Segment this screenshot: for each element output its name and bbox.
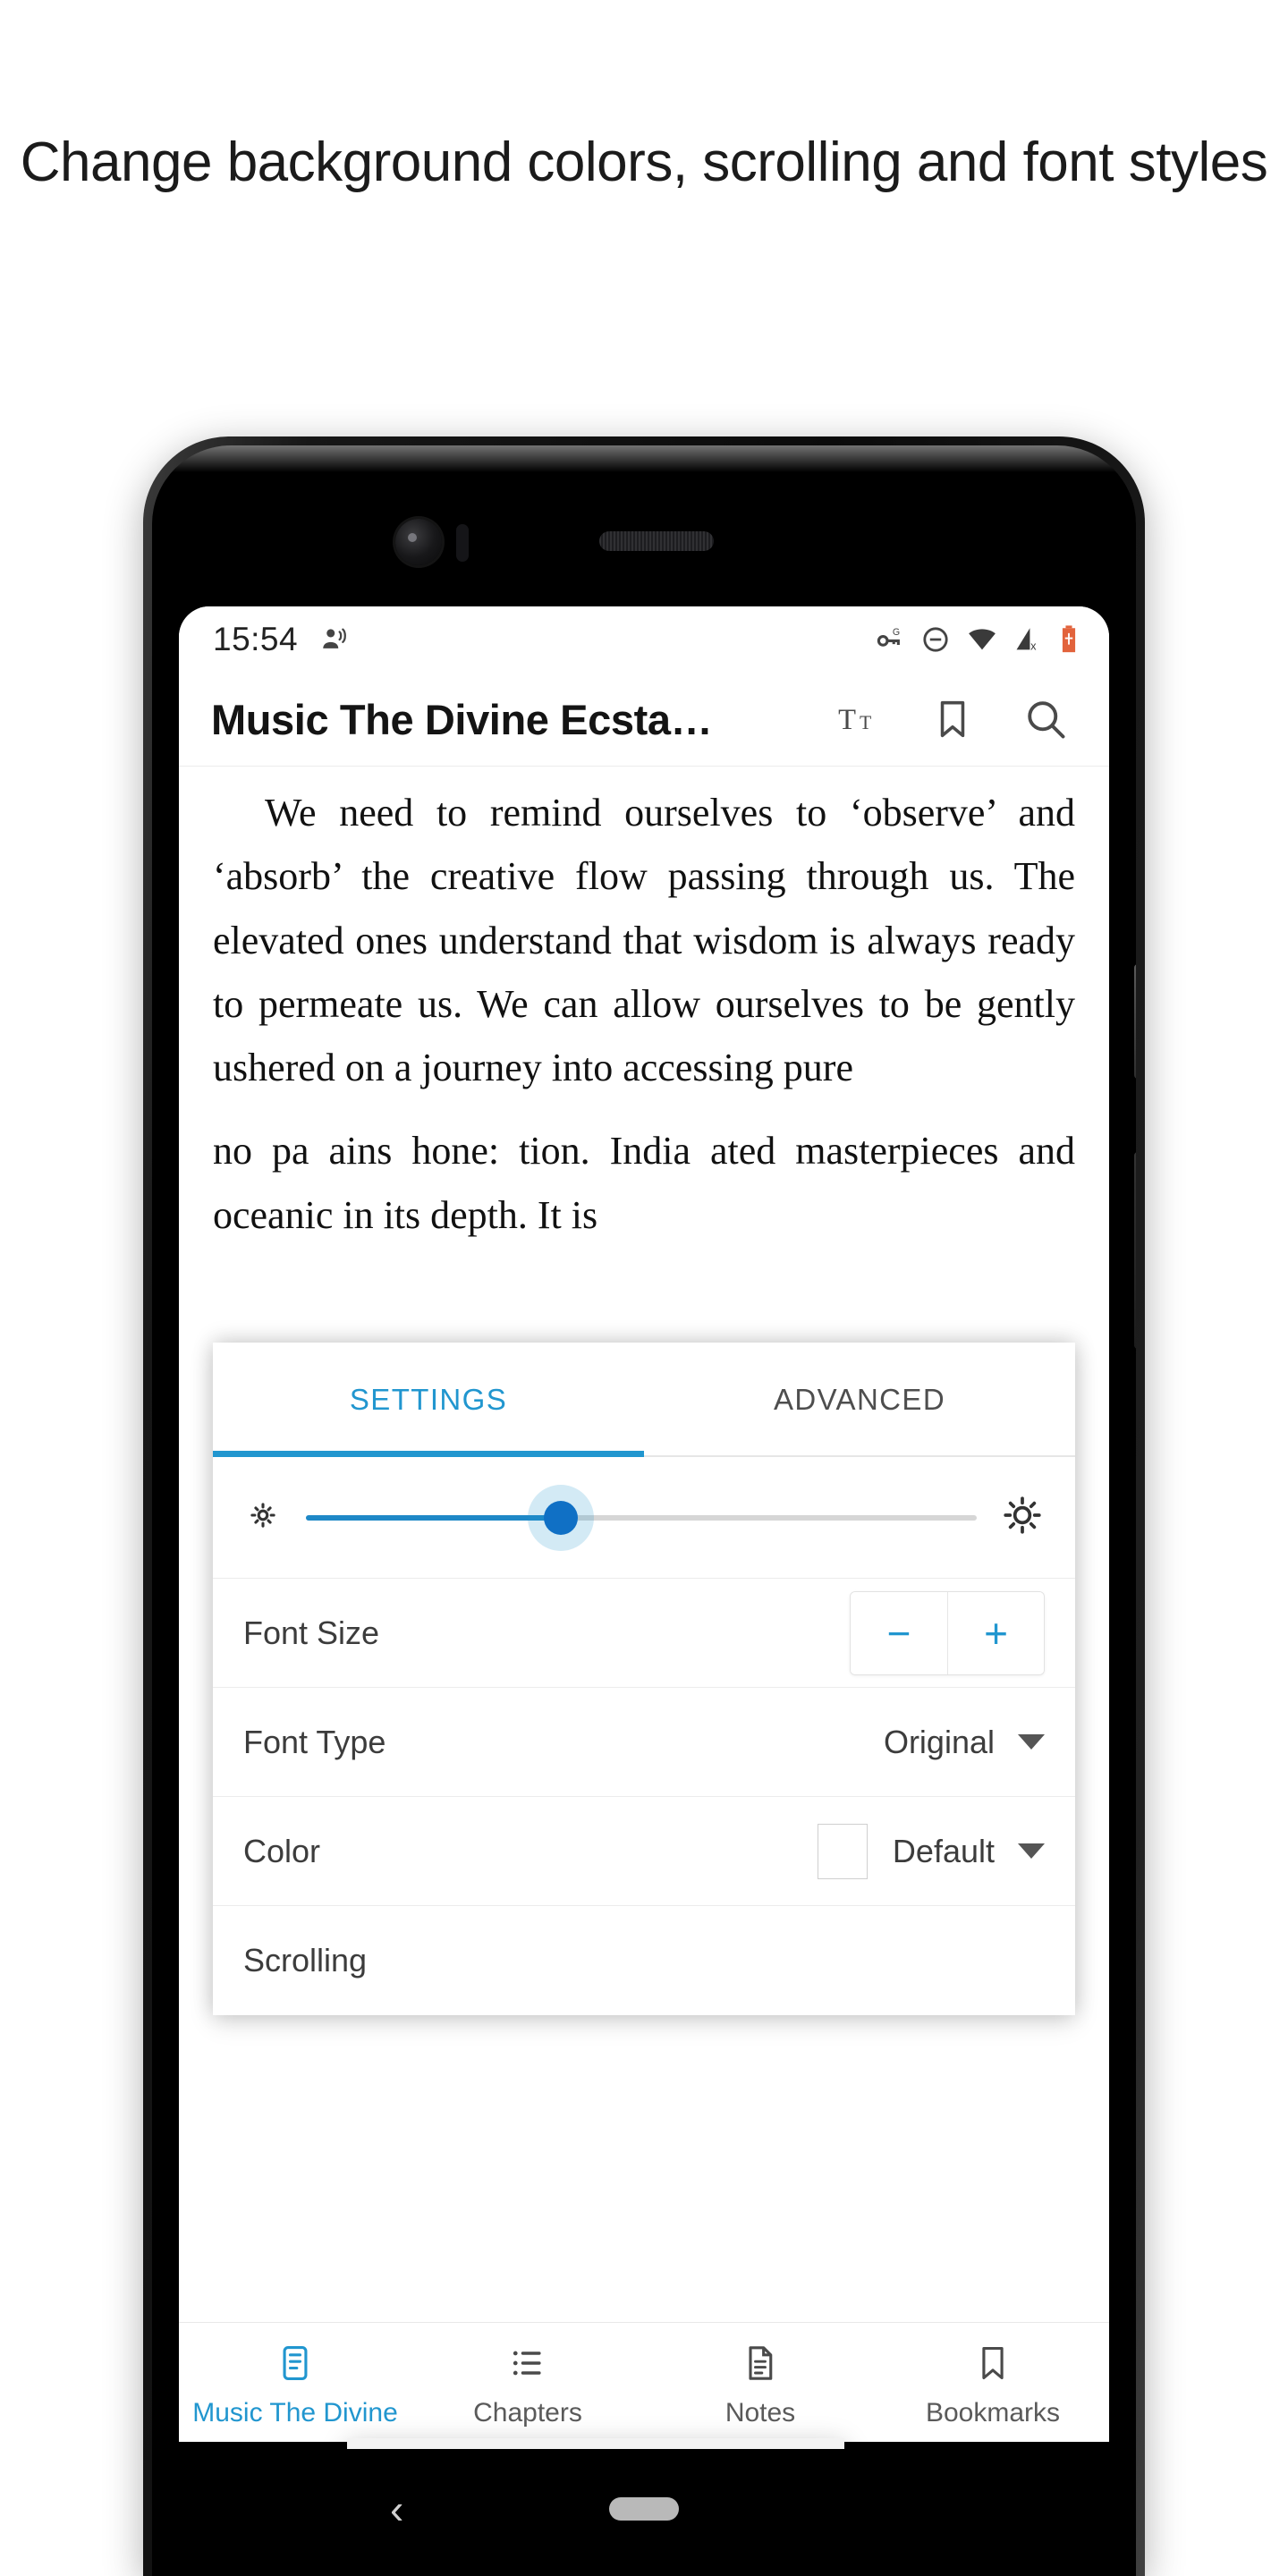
status-bar-clock: 15:54 — [213, 621, 299, 657]
page-title: Change background colors, scrolling and … — [20, 131, 1268, 193]
svg-text:T: T — [838, 704, 856, 736]
font-size-decrease-button[interactable]: − — [851, 1591, 947, 1674]
list-icon — [508, 2343, 547, 2387]
bezel-gloss — [152, 445, 1136, 472]
search-icon[interactable] — [1020, 693, 1072, 745]
brightness-low-icon — [243, 1496, 283, 1539]
font-size-row: Font Size − + — [213, 1579, 1075, 1688]
svg-text:G: G — [893, 627, 900, 638]
nav-label-notes: Notes — [724, 2398, 796, 2428]
chevron-down-icon[interactable] — [1018, 1734, 1045, 1750]
svg-text:T: T — [860, 712, 871, 733]
font-size-label: Font Size — [243, 1614, 380, 1651]
nav-item-bookmarks[interactable]: Bookmarks — [877, 2343, 1109, 2428]
signal-off-icon: x — [1013, 624, 1044, 655]
color-current-swatch — [817, 1823, 868, 1879]
bottom-navigation: Music The Divine Chapters Notes Bookmark… — [179, 2322, 1109, 2449]
slider-track[interactable] — [306, 1500, 977, 1535]
reader-paragraph: We need to remind ourselves to ‘observe’… — [213, 791, 1075, 1090]
wifi-icon — [966, 624, 998, 655]
tab-settings[interactable]: SETTINGS — [213, 1343, 644, 1457]
note-icon — [741, 2343, 780, 2387]
front-camera-icon — [395, 519, 442, 565]
back-button-icon[interactable]: ‹ — [390, 2485, 403, 2533]
bookmark-icon[interactable] — [927, 693, 979, 745]
vpn-key-g-icon: G — [875, 624, 905, 655]
scrolling-label: Scrolling — [243, 1942, 368, 1979]
power-button[interactable] — [1134, 1152, 1136, 1349]
brightness-high-icon — [1000, 1493, 1045, 1542]
proximity-sensor-icon — [456, 524, 469, 562]
home-pill-button[interactable] — [609, 2497, 679, 2521]
bookmark-icon — [973, 2343, 1013, 2387]
do-not-disturb-icon — [920, 624, 951, 655]
active-tab-indicator — [213, 1451, 644, 1457]
earpiece-speaker — [599, 531, 714, 551]
battery-icon — [1059, 624, 1079, 655]
chevron-down-icon[interactable] — [1018, 1843, 1045, 1859]
color-option-default[interactable]: A Default — [347, 2438, 844, 2449]
color-label: Color — [243, 1832, 321, 1869]
app-bar: Music The Divine Ecsta… TT — [179, 673, 1109, 766]
scrolling-row[interactable]: Scrolling — [213, 1906, 1075, 2015]
font-size-stepper: − + — [850, 1590, 1045, 1675]
font-size-increase-button[interactable]: + — [947, 1591, 1044, 1674]
status-bar: 15:54 G x — [179, 606, 1109, 673]
volume-button[interactable] — [1134, 964, 1136, 1079]
font-type-value: Original — [883, 1723, 995, 1760]
color-picker-dropdown: A Default A Sepia A Night — [347, 2438, 844, 2449]
phone-device-frame: 15:54 G x Music The Divine Ecsta… T T We… — [143, 436, 1145, 2576]
color-value: Default — [892, 1832, 995, 1869]
brightness-slider[interactable] — [283, 1500, 1000, 1535]
android-navigation-bar: ‹ — [179, 2442, 1109, 2576]
font-size-icon[interactable]: TT — [834, 693, 886, 745]
color-row[interactable]: Color Default — [213, 1797, 1075, 1906]
slider-thumb[interactable] — [544, 1500, 578, 1535]
font-type-label: Font Type — [243, 1723, 386, 1760]
nav-item-chapters[interactable]: Chapters — [411, 2343, 644, 2428]
svg-text:x: x — [1030, 639, 1037, 652]
book-icon — [275, 2343, 315, 2387]
font-type-row[interactable]: Font Type Original — [213, 1688, 1075, 1797]
nav-item-notes[interactable]: Notes — [644, 2343, 877, 2428]
nav-label-book: Music The Divine — [192, 2398, 398, 2428]
brightness-row — [213, 1457, 1075, 1579]
contact-audio-icon — [319, 624, 350, 655]
tab-advanced[interactable]: ADVANCED — [644, 1343, 1075, 1457]
reader-paragraph-tail: no pa ains hone: tion. India ated master… — [213, 1129, 1075, 1237]
book-title: Music The Divine Ecsta… — [211, 695, 713, 743]
nav-label-chapters: Chapters — [473, 2398, 582, 2428]
reader-settings-panel: SETTINGS ADVANCED Font Size − + Font Typ… — [213, 1343, 1075, 2015]
nav-label-bookmarks: Bookmarks — [925, 2398, 1061, 2428]
device-bezel: 15:54 G x Music The Divine Ecsta… T T We… — [152, 445, 1136, 2576]
phone-screen: 15:54 G x Music The Divine Ecsta… T T We… — [179, 606, 1109, 2449]
settings-tabs: SETTINGS ADVANCED — [213, 1343, 1075, 1457]
slider-fill — [306, 1514, 561, 1521]
nav-item-book[interactable]: Music The Divine — [179, 2343, 411, 2428]
